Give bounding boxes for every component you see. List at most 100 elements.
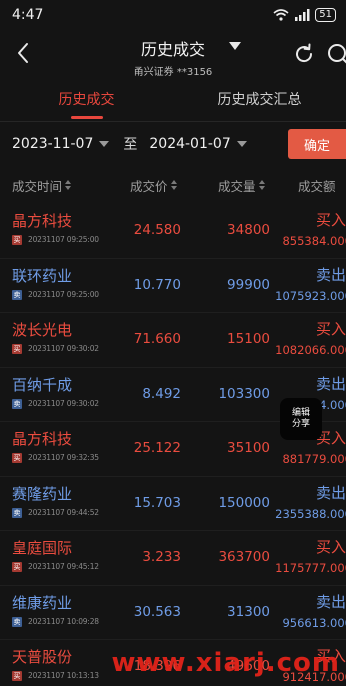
trade-price: 10.770 xyxy=(133,276,181,293)
col-time-label: 成交时间 xyxy=(12,178,63,194)
trade-qty: 31300 xyxy=(227,603,270,620)
trade-side-badge: 卖 xyxy=(12,398,22,409)
tab-bar: 历史成交 历史成交汇总 xyxy=(0,80,346,122)
edit-share-line2: 分享 xyxy=(291,419,310,429)
stock-name: 晶方科技 xyxy=(12,430,73,448)
battery-indicator: 51 xyxy=(315,8,336,22)
trade-price: 71.660 xyxy=(133,331,181,347)
trade-side: 卖出 xyxy=(315,374,346,393)
trade-side-badge: 卖 xyxy=(12,289,22,300)
trade-side-badge: 买 xyxy=(12,344,22,354)
trade-qty: 35100 xyxy=(227,440,270,456)
stock-name: 波长光电 xyxy=(12,321,73,339)
trade-amount: 855384.000 xyxy=(282,234,346,248)
col-qty-header[interactable]: 成交量 xyxy=(218,176,265,195)
col-amount-label: 成交额 xyxy=(298,178,336,194)
trade-time: 20231107 09:44:52 xyxy=(28,507,99,517)
back-button[interactable] xyxy=(10,40,36,66)
edit-share-button[interactable]: 编辑 分享 xyxy=(280,398,322,440)
trade-side-badge: 买 xyxy=(12,671,22,681)
stock-name: 百纳千成 xyxy=(12,375,73,394)
trade-time: 20231107 09:30:02 xyxy=(28,344,99,353)
trade-time: 20231107 09:25:00 xyxy=(28,289,99,299)
trade-side-badge: 卖 xyxy=(12,616,22,627)
trade-row[interactable]: 赛隆药业 卖 20231107 09:44:52 15.703 150000 卖… xyxy=(0,477,346,531)
end-date-picker[interactable]: 2024-01-07 xyxy=(149,136,247,152)
trade-time: 20231107 09:30:02 xyxy=(28,398,99,408)
sort-icon xyxy=(258,180,265,190)
search-icon xyxy=(328,44,346,64)
status-time: 4:47 xyxy=(12,7,44,23)
stock-name: 赛隆药业 xyxy=(12,484,73,503)
trade-row[interactable]: 波长光电 买 20231107 09:30:02 71.660 15100 买入… xyxy=(0,313,346,368)
status-bar: 4:47 51 xyxy=(0,0,346,30)
chevron-left-icon xyxy=(18,43,28,63)
tab-history-summary[interactable]: 历史成交汇总 xyxy=(173,80,346,121)
col-time-header[interactable]: 成交时间 xyxy=(12,176,72,195)
trade-qty: 15100 xyxy=(227,331,270,347)
edit-share-line1: 编辑 xyxy=(291,408,310,418)
trade-side-badge: 卖 xyxy=(12,507,22,518)
tab-history-trades[interactable]: 历史成交 xyxy=(0,80,173,121)
stock-name: 皇庭国际 xyxy=(12,539,73,557)
sort-icon xyxy=(170,180,177,190)
stock-name: 维康药业 xyxy=(12,593,73,612)
trade-side-badge: 买 xyxy=(12,562,22,572)
trade-side-badge: 买 xyxy=(12,235,22,245)
trade-qty: 150000 xyxy=(218,494,270,511)
trade-list: 晶方科技 买 20231107 09:25:00 24.580 34800 买入… xyxy=(0,204,346,686)
wifi-icon xyxy=(273,9,289,21)
col-price-label: 成交价 xyxy=(130,178,168,194)
trade-qty: 34800 xyxy=(227,222,270,238)
trade-side: 卖出 xyxy=(315,592,346,611)
confirm-button[interactable]: 确定 xyxy=(288,129,346,159)
stock-name: 联环药业 xyxy=(12,266,73,285)
nav-bar: 历史成交 甬兴证券 **3156 xyxy=(0,30,346,80)
column-header: 成交时间 成交价 成交量 成交额 xyxy=(0,166,346,204)
end-date-value: 2024-01-07 xyxy=(149,136,231,152)
trade-side: 买入 xyxy=(315,538,346,556)
trade-price: 8.492 xyxy=(142,385,181,402)
trade-amount: 1175777.000 xyxy=(275,561,346,575)
start-date-picker[interactable]: 2023-11-07 xyxy=(12,136,110,152)
trade-side: 卖出 xyxy=(315,483,346,502)
trade-row[interactable]: 维康药业 卖 20231107 10:09:28 30.563 31300 卖出… xyxy=(0,586,346,640)
trade-side: 买入 xyxy=(315,211,346,229)
trade-side: 卖出 xyxy=(315,265,346,284)
watermark: www.xiarj.com xyxy=(111,648,340,678)
stock-name: 晶方科技 xyxy=(12,212,73,230)
trade-time: 20231107 09:32:35 xyxy=(28,453,99,462)
stock-name: 天普股份 xyxy=(12,648,73,666)
trade-amount: 2355388.000 xyxy=(275,506,346,521)
start-date-value: 2023-11-07 xyxy=(12,136,94,152)
title-dropdown-icon[interactable] xyxy=(229,42,241,50)
col-amount-header[interactable]: 成交额 xyxy=(298,176,336,195)
refresh-icon xyxy=(296,43,313,63)
end-date-caret-icon xyxy=(236,141,247,147)
signal-icon xyxy=(295,9,310,21)
trade-row[interactable]: 联环药业 卖 20231107 09:25:00 10.770 99900 卖出… xyxy=(0,259,346,313)
trade-qty: 363700 xyxy=(218,549,270,565)
trade-price: 30.563 xyxy=(133,603,181,620)
trade-qty: 99900 xyxy=(227,276,270,293)
search-button[interactable] xyxy=(326,42,346,66)
trade-amount: 956613.000 xyxy=(282,615,346,630)
trade-amount: 1082066.000 xyxy=(275,343,346,357)
date-separator: 至 xyxy=(123,137,138,153)
trade-qty: 103300 xyxy=(218,385,270,402)
trade-price: 3.233 xyxy=(142,549,181,565)
sort-icon xyxy=(65,180,72,190)
trade-row[interactable]: 晶方科技 买 20231107 09:25:00 24.580 34800 买入… xyxy=(0,204,346,259)
trade-side: 买入 xyxy=(315,320,346,338)
trade-price: 24.580 xyxy=(133,222,181,238)
page-title[interactable]: 历史成交 xyxy=(141,36,205,60)
trade-amount: 881779.000 xyxy=(282,452,346,466)
trade-time: 20231107 09:45:12 xyxy=(28,562,99,571)
col-price-header[interactable]: 成交价 xyxy=(130,176,177,195)
trade-price: 25.122 xyxy=(133,440,181,456)
trade-price: 15.703 xyxy=(133,494,181,511)
trade-amount: 1075923.000 xyxy=(275,288,346,303)
trade-row[interactable]: 皇庭国际 买 20231107 09:45:12 3.233 363700 买入… xyxy=(0,531,346,586)
refresh-button[interactable] xyxy=(292,42,316,66)
trade-time: 20231107 10:13:13 xyxy=(28,671,99,680)
